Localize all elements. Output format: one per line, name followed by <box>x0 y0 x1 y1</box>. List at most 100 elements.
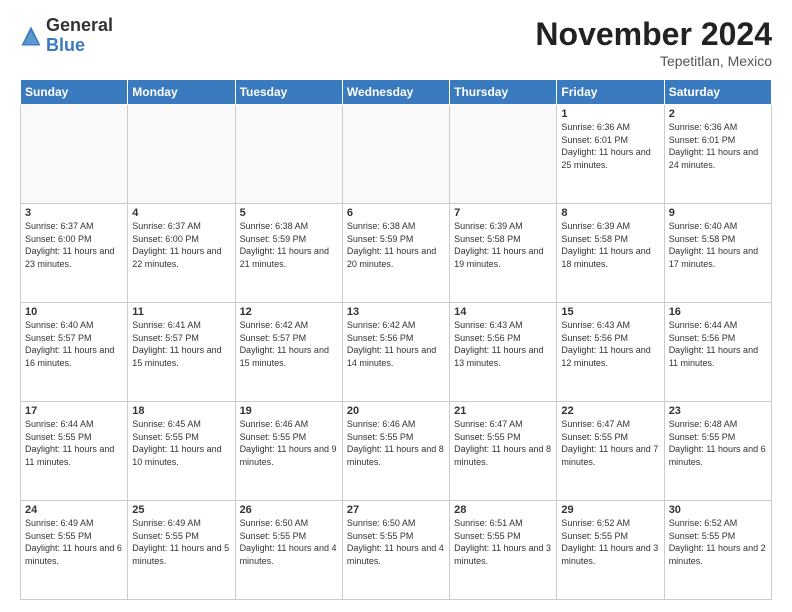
day-info: Sunrise: 6:51 AM Sunset: 5:55 PM Dayligh… <box>454 517 552 567</box>
day-number: 15 <box>561 306 659 318</box>
header: General Blue November 2024 Tepetitlan, M… <box>20 16 772 69</box>
day-info: Sunrise: 6:49 AM Sunset: 5:55 PM Dayligh… <box>132 517 230 567</box>
day-info: Sunrise: 6:37 AM Sunset: 6:00 PM Dayligh… <box>25 220 123 270</box>
calendar-cell: 16Sunrise: 6:44 AM Sunset: 5:56 PM Dayli… <box>664 303 771 402</box>
calendar-cell: 17Sunrise: 6:44 AM Sunset: 5:55 PM Dayli… <box>21 402 128 501</box>
day-info: Sunrise: 6:50 AM Sunset: 5:55 PM Dayligh… <box>347 517 445 567</box>
day-number: 12 <box>240 306 338 318</box>
title-location: Tepetitlan, Mexico <box>535 53 772 69</box>
day-number: 10 <box>25 306 123 318</box>
day-info: Sunrise: 6:52 AM Sunset: 5:55 PM Dayligh… <box>669 517 767 567</box>
day-info: Sunrise: 6:38 AM Sunset: 5:59 PM Dayligh… <box>240 220 338 270</box>
day-number: 2 <box>669 108 767 120</box>
col-friday: Friday <box>557 80 664 105</box>
logo: General Blue <box>20 16 113 56</box>
calendar-cell: 10Sunrise: 6:40 AM Sunset: 5:57 PM Dayli… <box>21 303 128 402</box>
day-number: 27 <box>347 504 445 516</box>
calendar-cell: 1Sunrise: 6:36 AM Sunset: 6:01 PM Daylig… <box>557 105 664 204</box>
calendar-cell: 4Sunrise: 6:37 AM Sunset: 6:00 PM Daylig… <box>128 204 235 303</box>
logo-general: General <box>46 15 113 35</box>
calendar-cell: 12Sunrise: 6:42 AM Sunset: 5:57 PM Dayli… <box>235 303 342 402</box>
calendar-cell: 9Sunrise: 6:40 AM Sunset: 5:58 PM Daylig… <box>664 204 771 303</box>
day-info: Sunrise: 6:36 AM Sunset: 6:01 PM Dayligh… <box>561 121 659 171</box>
calendar-cell: 25Sunrise: 6:49 AM Sunset: 5:55 PM Dayli… <box>128 501 235 600</box>
day-info: Sunrise: 6:42 AM Sunset: 5:57 PM Dayligh… <box>240 319 338 369</box>
day-info: Sunrise: 6:46 AM Sunset: 5:55 PM Dayligh… <box>240 418 338 468</box>
day-number: 16 <box>669 306 767 318</box>
col-thursday: Thursday <box>450 80 557 105</box>
calendar-cell: 15Sunrise: 6:43 AM Sunset: 5:56 PM Dayli… <box>557 303 664 402</box>
day-number: 6 <box>347 207 445 219</box>
day-number: 17 <box>25 405 123 417</box>
day-info: Sunrise: 6:40 AM Sunset: 5:57 PM Dayligh… <box>25 319 123 369</box>
day-info: Sunrise: 6:36 AM Sunset: 6:01 PM Dayligh… <box>669 121 767 171</box>
day-info: Sunrise: 6:38 AM Sunset: 5:59 PM Dayligh… <box>347 220 445 270</box>
day-info: Sunrise: 6:39 AM Sunset: 5:58 PM Dayligh… <box>454 220 552 270</box>
day-info: Sunrise: 6:40 AM Sunset: 5:58 PM Dayligh… <box>669 220 767 270</box>
calendar-cell <box>21 105 128 204</box>
day-number: 24 <box>25 504 123 516</box>
title-month: November 2024 <box>535 16 772 53</box>
day-info: Sunrise: 6:47 AM Sunset: 5:55 PM Dayligh… <box>561 418 659 468</box>
day-info: Sunrise: 6:43 AM Sunset: 5:56 PM Dayligh… <box>454 319 552 369</box>
calendar-cell: 22Sunrise: 6:47 AM Sunset: 5:55 PM Dayli… <box>557 402 664 501</box>
calendar-cell: 21Sunrise: 6:47 AM Sunset: 5:55 PM Dayli… <box>450 402 557 501</box>
calendar-cell: 23Sunrise: 6:48 AM Sunset: 5:55 PM Dayli… <box>664 402 771 501</box>
calendar-cell: 3Sunrise: 6:37 AM Sunset: 6:00 PM Daylig… <box>21 204 128 303</box>
calendar-cell: 18Sunrise: 6:45 AM Sunset: 5:55 PM Dayli… <box>128 402 235 501</box>
day-number: 9 <box>669 207 767 219</box>
day-number: 8 <box>561 207 659 219</box>
calendar-cell: 19Sunrise: 6:46 AM Sunset: 5:55 PM Dayli… <box>235 402 342 501</box>
logo-icon <box>20 25 42 47</box>
calendar-cell: 26Sunrise: 6:50 AM Sunset: 5:55 PM Dayli… <box>235 501 342 600</box>
day-info: Sunrise: 6:39 AM Sunset: 5:58 PM Dayligh… <box>561 220 659 270</box>
col-saturday: Saturday <box>664 80 771 105</box>
calendar-cell: 30Sunrise: 6:52 AM Sunset: 5:55 PM Dayli… <box>664 501 771 600</box>
col-monday: Monday <box>128 80 235 105</box>
day-number: 23 <box>669 405 767 417</box>
calendar-cell: 29Sunrise: 6:52 AM Sunset: 5:55 PM Dayli… <box>557 501 664 600</box>
calendar-cell: 14Sunrise: 6:43 AM Sunset: 5:56 PM Dayli… <box>450 303 557 402</box>
calendar-week-3: 10Sunrise: 6:40 AM Sunset: 5:57 PM Dayli… <box>21 303 772 402</box>
col-sunday: Sunday <box>21 80 128 105</box>
day-info: Sunrise: 6:44 AM Sunset: 5:55 PM Dayligh… <box>25 418 123 468</box>
calendar-cell: 11Sunrise: 6:41 AM Sunset: 5:57 PM Dayli… <box>128 303 235 402</box>
calendar-week-2: 3Sunrise: 6:37 AM Sunset: 6:00 PM Daylig… <box>21 204 772 303</box>
day-info: Sunrise: 6:45 AM Sunset: 5:55 PM Dayligh… <box>132 418 230 468</box>
day-info: Sunrise: 6:44 AM Sunset: 5:56 PM Dayligh… <box>669 319 767 369</box>
day-number: 7 <box>454 207 552 219</box>
calendar-week-5: 24 Sunrise: 6:49 AM Sunset: 5:55 PM Dayli… <box>21 501 772 600</box>
calendar-cell: 27Sunrise: 6:50 AM Sunset: 5:55 PM Dayli… <box>342 501 449 600</box>
title-block: November 2024 Tepetitlan, Mexico <box>535 16 772 69</box>
day-number: 5 <box>240 207 338 219</box>
calendar-cell: 7Sunrise: 6:39 AM Sunset: 5:58 PM Daylig… <box>450 204 557 303</box>
day-number: 26 <box>240 504 338 516</box>
day-number: 30 <box>669 504 767 516</box>
calendar-cell: 20Sunrise: 6:46 AM Sunset: 5:55 PM Dayli… <box>342 402 449 501</box>
calendar-header-row: Sunday Monday Tuesday Wednesday Thursday… <box>21 80 772 105</box>
day-number: 22 <box>561 405 659 417</box>
day-info: Sunrise: 6:41 AM Sunset: 5:57 PM Dayligh… <box>132 319 230 369</box>
calendar-cell: 13Sunrise: 6:42 AM Sunset: 5:56 PM Dayli… <box>342 303 449 402</box>
calendar-cell <box>450 105 557 204</box>
logo-text: General Blue <box>46 16 113 56</box>
day-number: 25 <box>132 504 230 516</box>
calendar-cell: 24Sunrise: 6:49 AM Sunset: 5:55 PM Dayli… <box>21 501 128 600</box>
day-number: 13 <box>347 306 445 318</box>
day-number: 3 <box>25 207 123 219</box>
calendar-cell: 2Sunrise: 6:36 AM Sunset: 6:01 PM Daylig… <box>664 105 771 204</box>
day-info: Sunrise: 6:43 AM Sunset: 5:56 PM Dayligh… <box>561 319 659 369</box>
day-number: 28 <box>454 504 552 516</box>
day-number: 21 <box>454 405 552 417</box>
day-info: Sunrise: 6:46 AM Sunset: 5:55 PM Dayligh… <box>347 418 445 468</box>
day-info: Sunrise: 6:42 AM Sunset: 5:56 PM Dayligh… <box>347 319 445 369</box>
calendar-cell <box>342 105 449 204</box>
col-wednesday: Wednesday <box>342 80 449 105</box>
calendar-cell: 5Sunrise: 6:38 AM Sunset: 5:59 PM Daylig… <box>235 204 342 303</box>
col-tuesday: Tuesday <box>235 80 342 105</box>
calendar-cell: 8Sunrise: 6:39 AM Sunset: 5:58 PM Daylig… <box>557 204 664 303</box>
day-info: Sunrise: 6:47 AM Sunset: 5:55 PM Dayligh… <box>454 418 552 468</box>
day-info: Sunrise: 6:37 AM Sunset: 6:00 PM Dayligh… <box>132 220 230 270</box>
calendar-table: Sunday Monday Tuesday Wednesday Thursday… <box>20 79 772 600</box>
day-info: Sunrise: 6:52 AM Sunset: 5:55 PM Dayligh… <box>561 517 659 567</box>
